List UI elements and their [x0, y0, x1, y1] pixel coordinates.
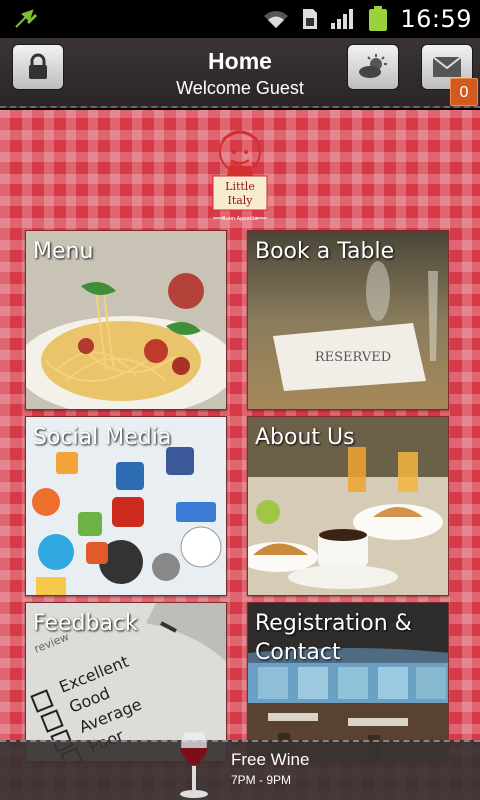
tile-menu-label: Menu: [33, 239, 94, 264]
promo-time: 7PM - 9PM: [231, 773, 292, 787]
promo-title: Free Wine: [231, 750, 310, 769]
status-bar: 16:59: [0, 0, 480, 38]
signal-icon: [331, 9, 354, 29]
tile-feedback-label: Feedback: [33, 611, 138, 636]
battery-icon: [369, 6, 388, 31]
tile-about-us[interactable]: About Us: [247, 416, 449, 596]
reserved-card-text: RESERVED: [315, 350, 391, 365]
logo-tagline: Buon Appetito: [222, 216, 258, 222]
tile-book-table-label: Book a Table: [255, 239, 395, 264]
sim-icon: [303, 9, 318, 29]
main-content: Little Italy Buon Appetito Menu RESERVED…: [0, 110, 480, 800]
mail-icon: [432, 56, 462, 77]
logo-line1: Little: [225, 180, 255, 193]
restaurant-logo: Little Italy Buon Appetito: [212, 130, 268, 222]
tile-registration-contact[interactable]: Registration & Contact: [247, 602, 449, 762]
weather-button[interactable]: [347, 44, 399, 90]
app-header: Home Welcome Guest 0: [0, 38, 480, 108]
welcome-text: Welcome Guest: [176, 78, 304, 98]
notification-badge: 0: [450, 78, 478, 106]
lock-button[interactable]: [12, 44, 64, 90]
tile-about-us-label: About Us: [255, 425, 355, 450]
tile-registration-contact-label: Registration & Contact: [255, 611, 412, 665]
wine-glass-icon: [180, 731, 208, 798]
tile-book-table[interactable]: RESERVED Book a Table: [247, 230, 449, 410]
logo-line2: Italy: [227, 194, 253, 207]
tile-menu[interactable]: Menu: [25, 230, 227, 410]
clock-time: 16:59: [400, 5, 472, 33]
page-title: Home: [208, 48, 272, 74]
weather-icon: [359, 54, 387, 78]
promo-banner[interactable]: Free Wine 7PM - 9PM: [0, 731, 480, 800]
usb-debug-icon: [15, 9, 38, 28]
tile-social-media-label: Social Media: [33, 425, 172, 450]
tile-social-media[interactable]: Social Media: [25, 416, 227, 596]
lock-icon: [29, 53, 47, 79]
wifi-icon: [264, 11, 289, 28]
